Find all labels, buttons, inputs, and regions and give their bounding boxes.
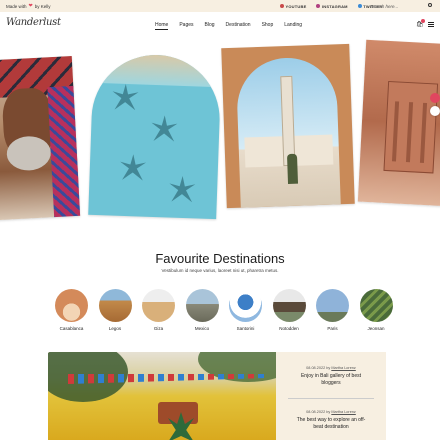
social-links: YOUTUBE INSTAGRAM TWITTER: [280, 0, 382, 12]
gallery-image-petra[interactable]: [357, 39, 440, 207]
menu-item-blog[interactable]: Blog: [205, 22, 215, 30]
destination-casablanca[interactable]: Casablanca: [55, 289, 88, 331]
destination-label: Mexico: [194, 326, 210, 331]
menu-item-destination[interactable]: Destination: [226, 22, 251, 30]
recent-post[interactable]: 08.08.2022 by Martha Lorenz Enjoy in Bal…: [276, 366, 386, 387]
destination-image: [55, 289, 88, 322]
destination-image: [316, 289, 349, 322]
post-meta: 08.08.2022 by Martha Lorenz: [306, 366, 356, 370]
menu-item-shop[interactable]: Shop: [262, 22, 274, 30]
instagram-link[interactable]: INSTAGRAM: [316, 4, 348, 9]
side-action-button[interactable]: [430, 93, 440, 103]
destination-label: Casablanca: [59, 326, 84, 331]
post-meta: 08.08.2022 by Martha Lorenz: [306, 410, 356, 414]
menu-item-home[interactable]: Home: [155, 22, 169, 30]
divider: [288, 398, 374, 399]
destination-label: Notodden: [279, 326, 299, 331]
destination-label: Legos: [108, 326, 122, 331]
post-author-link[interactable]: Martha Lorenz: [331, 410, 355, 414]
post-author-link[interactable]: Martha Lorenz: [331, 366, 355, 370]
menu-item-pages[interactable]: Pages: [179, 22, 193, 30]
destination-paris[interactable]: Paris: [316, 289, 349, 331]
youtube-link[interactable]: YOUTUBE: [280, 4, 306, 9]
destination-legos[interactable]: Legos: [98, 289, 132, 331]
gallery-image-pool[interactable]: [88, 52, 222, 220]
gallery-image-mosque[interactable]: [221, 43, 355, 209]
section-title: Favourite Destinations: [155, 251, 285, 266]
destination-label: Paris: [327, 326, 338, 331]
post-title[interactable]: The best way to explore an off-beat dest…: [276, 417, 386, 431]
featured-blog-image[interactable]: [48, 352, 276, 440]
recent-post[interactable]: 08.08.2022 by Martha Lorenz The best way…: [276, 410, 386, 431]
destination-notodden[interactable]: Notodden: [272, 289, 306, 331]
destination-label: Santorini: [236, 326, 255, 331]
destination-image: [185, 289, 219, 322]
gallery-image-portrait[interactable]: [0, 55, 81, 221]
heart-icon: ❤: [28, 3, 33, 9]
youtube-icon: [280, 4, 284, 8]
main-menu: Home Pages Blog Destination Shop Landing: [155, 22, 302, 30]
destination-mexico[interactable]: Mexico: [185, 289, 219, 331]
section-subtitle: Vestibulum id neque varius, laoreet nisi…: [161, 268, 279, 273]
search-icon[interactable]: [428, 3, 432, 7]
destination-image: [142, 289, 175, 322]
destination-image: [98, 289, 132, 322]
destination-giza[interactable]: Giza: [142, 289, 175, 331]
made-with-text: Made with ❤ by Kelly: [6, 3, 50, 9]
twitter-icon: [357, 4, 362, 8]
destination-santorini[interactable]: Santorini: [229, 289, 262, 331]
post-title[interactable]: Enjoy in Bali gallery of best bloggers: [276, 373, 386, 387]
author-label: by Kelly: [34, 3, 51, 9]
menu-item-landing[interactable]: Landing: [284, 22, 302, 30]
search-placeholder: Search here...: [370, 3, 399, 9]
destination-image: [359, 289, 393, 322]
instagram-icon: [316, 4, 321, 8]
side-cart-button[interactable]: [430, 106, 440, 116]
search-input[interactable]: Search here...: [370, 2, 434, 10]
hamburger-icon[interactable]: [428, 22, 434, 28]
destination-list: Casablanca Legos Giza Mexico Santorini N…: [55, 289, 393, 331]
destination-jeonsan[interactable]: Jeonsan: [359, 289, 393, 331]
destination-image: [229, 289, 262, 322]
cart-count-badge: [421, 19, 425, 23]
recent-posts-panel: 08.08.2022 by Martha Lorenz Enjoy in Bal…: [276, 352, 386, 440]
destination-label: Giza: [153, 326, 164, 331]
made-with-label: Made with: [6, 3, 27, 9]
site-logo[interactable]: Wanderlust: [6, 17, 61, 28]
destination-image: [272, 289, 306, 322]
destination-label: Jeonsan: [367, 326, 385, 331]
